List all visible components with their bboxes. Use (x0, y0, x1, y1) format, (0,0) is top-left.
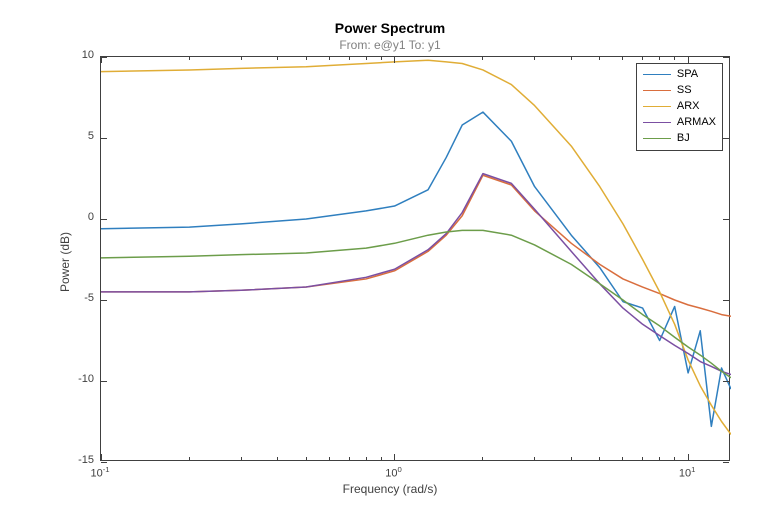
series-line (101, 230, 731, 377)
y-tick-label: -10 (64, 373, 94, 385)
x-axis-label: Frequency (rad/s) (343, 482, 438, 496)
legend-item[interactable]: SPA (643, 66, 716, 82)
y-tick-label: 5 (64, 130, 94, 142)
legend-swatch (643, 90, 671, 91)
legend-item[interactable]: SS (643, 82, 716, 98)
legend-item[interactable]: BJ (643, 130, 716, 146)
legend-swatch (643, 122, 671, 123)
legend-swatch (643, 74, 671, 75)
x-tick-label: 10-1 (90, 465, 109, 480)
legend-label: ARX (677, 100, 700, 112)
y-tick-label: 0 (64, 211, 94, 223)
legend-item[interactable]: ARMAX (643, 114, 716, 130)
chart-subtitle: From: e@y1 To: y1 (339, 38, 440, 52)
legend[interactable]: SPA SS ARX ARMAX BJ (636, 63, 723, 151)
legend-swatch (643, 138, 671, 139)
y-tick-label: 10 (64, 49, 94, 61)
legend-item[interactable]: ARX (643, 98, 716, 114)
legend-label: ARMAX (677, 116, 716, 128)
axes[interactable]: SPA SS ARX ARMAX BJ (100, 56, 730, 461)
legend-label: SS (677, 84, 692, 96)
chart-title: Power Spectrum (335, 20, 445, 36)
legend-label: BJ (677, 132, 690, 144)
x-tick-label: 100 (385, 465, 402, 480)
legend-label: SPA (677, 68, 698, 80)
series-line (101, 112, 731, 426)
figure: Power Spectrum From: e@y1 To: y1 Power (… (0, 0, 780, 520)
series-line (101, 174, 731, 375)
y-axis-label: Power (dB) (58, 232, 72, 292)
legend-swatch (643, 106, 671, 107)
x-tick-label: 101 (679, 465, 696, 480)
y-tick-label: -5 (64, 292, 94, 304)
